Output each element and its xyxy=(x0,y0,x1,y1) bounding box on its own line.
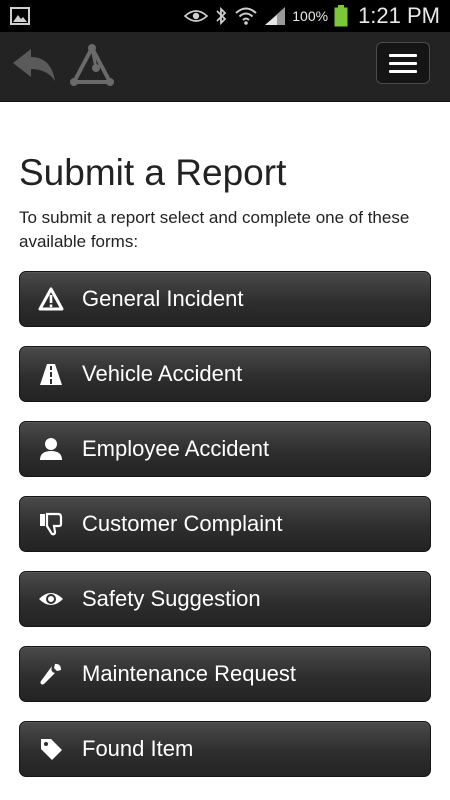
main-content: Submit a Report To submit a report selec… xyxy=(19,102,431,777)
status-bar: 100% 1:21 PM xyxy=(0,0,450,32)
form-label: Vehicle Accident xyxy=(82,361,243,386)
eye-icon xyxy=(184,8,209,24)
vehicle-accident-button[interactable]: Vehicle Accident xyxy=(19,346,431,402)
battery-percent: 100% xyxy=(292,8,329,24)
person-icon xyxy=(20,437,82,461)
tag-icon xyxy=(20,737,82,761)
back-arrow-icon xyxy=(11,47,57,88)
safety-suggestion-button[interactable]: Safety Suggestion xyxy=(19,571,431,627)
form-label: Employee Accident xyxy=(82,436,270,461)
eye-icon xyxy=(20,590,82,608)
back-button[interactable] xyxy=(10,46,58,88)
maintenance-request-button[interactable]: Maintenance Request xyxy=(19,646,431,702)
form-list: General Incident Vehicle Accident Employ… xyxy=(19,271,431,777)
wrench-icon xyxy=(20,662,82,686)
form-label: General Incident xyxy=(82,286,244,311)
form-label: Found Item xyxy=(82,736,194,761)
road-icon xyxy=(20,362,82,386)
triangle-logo-icon xyxy=(66,44,118,96)
form-label: Safety Suggestion xyxy=(82,586,261,611)
thumbs-down-icon xyxy=(20,512,82,536)
wifi-icon xyxy=(234,6,258,26)
menu-button[interactable] xyxy=(376,42,430,84)
app-header xyxy=(0,32,450,102)
hamburger-menu-icon xyxy=(389,53,417,57)
employee-accident-button[interactable]: Employee Accident xyxy=(19,421,431,477)
signal-icon xyxy=(264,6,286,26)
status-clock: 1:21 PM xyxy=(358,3,440,28)
bluetooth-icon xyxy=(214,6,228,26)
page-title: Submit a Report xyxy=(19,152,287,193)
form-label: Maintenance Request xyxy=(82,661,297,686)
app-logo xyxy=(66,42,118,92)
general-incident-button[interactable]: General Incident xyxy=(19,271,431,327)
form-label: Customer Complaint xyxy=(82,511,283,536)
warning-icon xyxy=(20,287,82,311)
intro-text: To submit a report select and complete o… xyxy=(19,208,410,251)
battery-icon xyxy=(334,5,348,27)
picture-icon xyxy=(10,7,30,25)
customer-complaint-button[interactable]: Customer Complaint xyxy=(19,496,431,552)
found-item-button[interactable]: Found Item xyxy=(19,721,431,777)
